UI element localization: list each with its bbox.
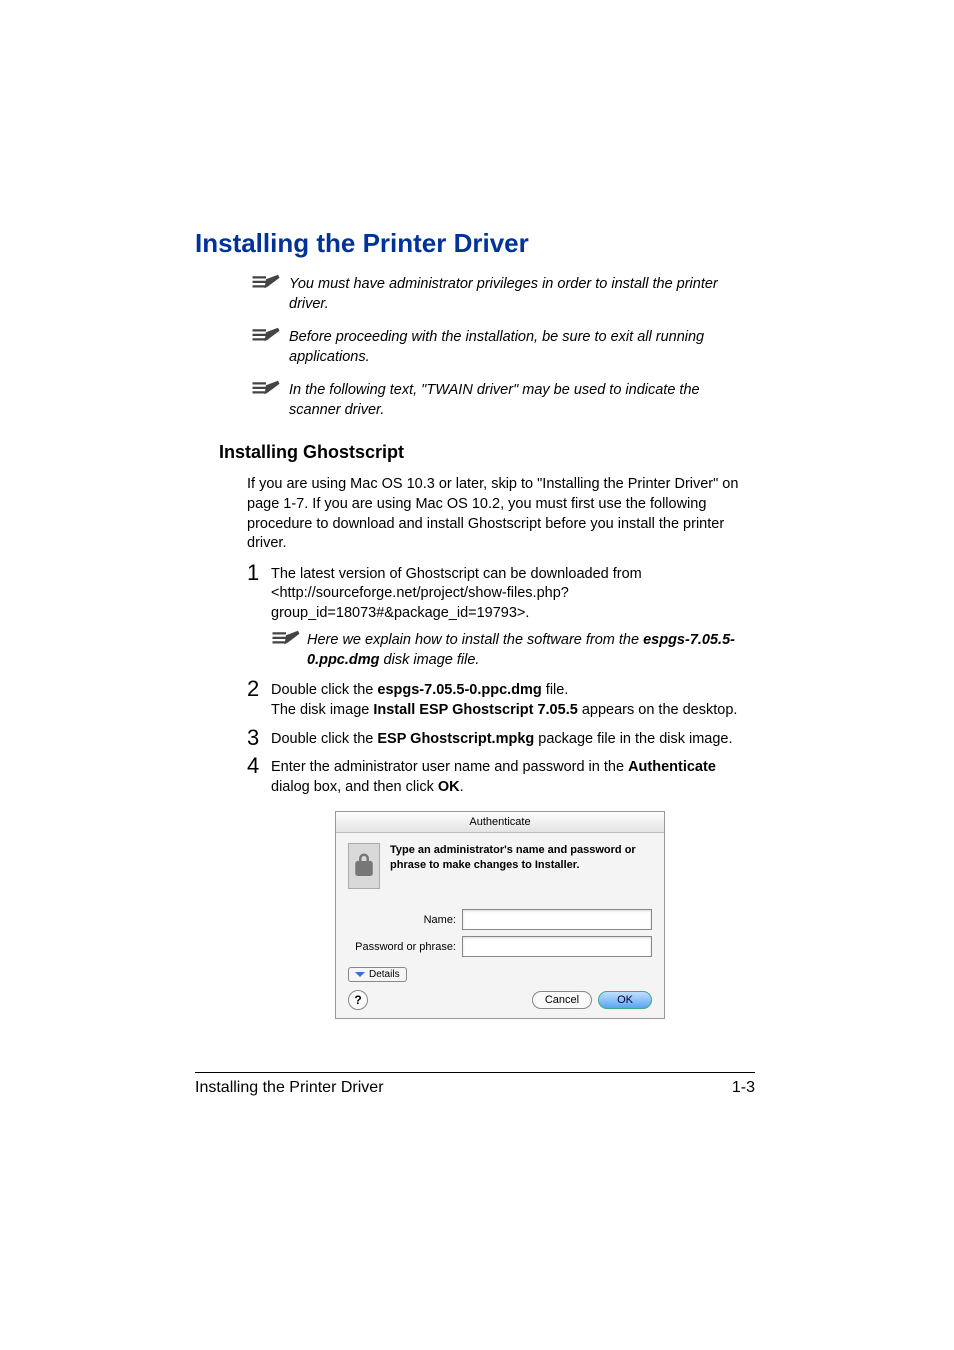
text: Double click the: [271, 682, 377, 698]
step-4: 4 Enter the administrator user name and …: [247, 755, 755, 797]
step-2: 2 Double click the espgs-7.05.5-0.ppc.dm…: [247, 678, 755, 720]
step-number: 3: [247, 727, 269, 749]
text: Here we explain how to install the softw…: [307, 632, 643, 648]
note-text: Before proceeding with the installation,…: [289, 328, 755, 367]
text: The disk image: [271, 702, 373, 718]
details-disclosure[interactable]: Details: [348, 967, 407, 982]
section-subheading: Installing Ghostscript: [219, 442, 755, 463]
details-label: Details: [369, 969, 400, 980]
cancel-button[interactable]: Cancel: [532, 991, 592, 1009]
intro-paragraph: If you are using Mac OS 10.3 or later, s…: [247, 475, 755, 553]
text: disk image file.: [380, 652, 480, 668]
text: Enter the administrator user name and pa…: [271, 759, 628, 775]
lock-icon: [348, 843, 380, 889]
step-text: Enter the administrator user name and pa…: [271, 755, 755, 797]
page-footer: Installing the Printer Driver 1-3: [195, 1072, 755, 1097]
note-text: You must have administrator privileges i…: [289, 275, 755, 314]
authenticate-dialog: Authenticate Type an administrator's nam…: [335, 811, 665, 1019]
note-icon: [251, 326, 281, 351]
button-name: OK: [438, 779, 460, 795]
dialog-message: Type an administrator's name and passwor…: [390, 843, 652, 872]
text: file.: [542, 682, 569, 698]
text: .: [460, 779, 464, 795]
text: appears on the desktop.: [578, 702, 738, 718]
note-admin: You must have administrator privileges i…: [251, 275, 755, 314]
chevron-down-icon: [355, 972, 365, 977]
note-twain: In the following text, "TWAIN driver" ma…: [251, 381, 755, 420]
step-text: The latest version of Ghostscript can be…: [271, 562, 755, 624]
note-text: Here we explain how to install the softw…: [307, 631, 755, 670]
dialog-title: Authenticate: [336, 812, 664, 833]
step-number: 2: [247, 678, 269, 700]
filename: espgs-7.05.5-0.ppc.dmg: [377, 682, 541, 698]
dialog-name: Authenticate: [628, 759, 716, 775]
step-number: 4: [247, 755, 269, 777]
ok-button[interactable]: OK: [598, 991, 652, 1009]
note-text: In the following text, "TWAIN driver" ma…: [289, 381, 755, 420]
note-icon: [271, 629, 301, 654]
step-1: 1 The latest version of Ghostscript can …: [247, 562, 755, 624]
text: Double click the: [271, 731, 377, 747]
step-1-note: Here we explain how to install the softw…: [271, 631, 755, 670]
text: package file in the disk image.: [534, 731, 732, 747]
note-icon: [251, 379, 281, 404]
note-exit-apps: Before proceeding with the installation,…: [251, 328, 755, 367]
step-text: Double click the espgs-7.05.5-0.ppc.dmg …: [271, 678, 737, 720]
name-input[interactable]: [462, 909, 652, 930]
password-input[interactable]: [462, 936, 652, 957]
step-3: 3 Double click the ESP Ghostscript.mpkg …: [247, 727, 755, 750]
note-icon: [251, 273, 281, 298]
filename: ESP Ghostscript.mpkg: [377, 731, 534, 747]
step-text: Double click the ESP Ghostscript.mpkg pa…: [271, 727, 733, 750]
password-label: Password or phrase:: [348, 941, 462, 953]
footer-title: Installing the Printer Driver: [195, 1079, 384, 1097]
step-number: 1: [247, 562, 269, 584]
name-label: Name:: [348, 914, 462, 926]
help-button[interactable]: ?: [348, 990, 368, 1010]
disk-image-name: Install ESP Ghostscript 7.05.5: [373, 702, 577, 718]
page-title: Installing the Printer Driver: [195, 228, 755, 259]
text: dialog box, and then click: [271, 779, 438, 795]
footer-page-number: 1-3: [732, 1079, 755, 1097]
